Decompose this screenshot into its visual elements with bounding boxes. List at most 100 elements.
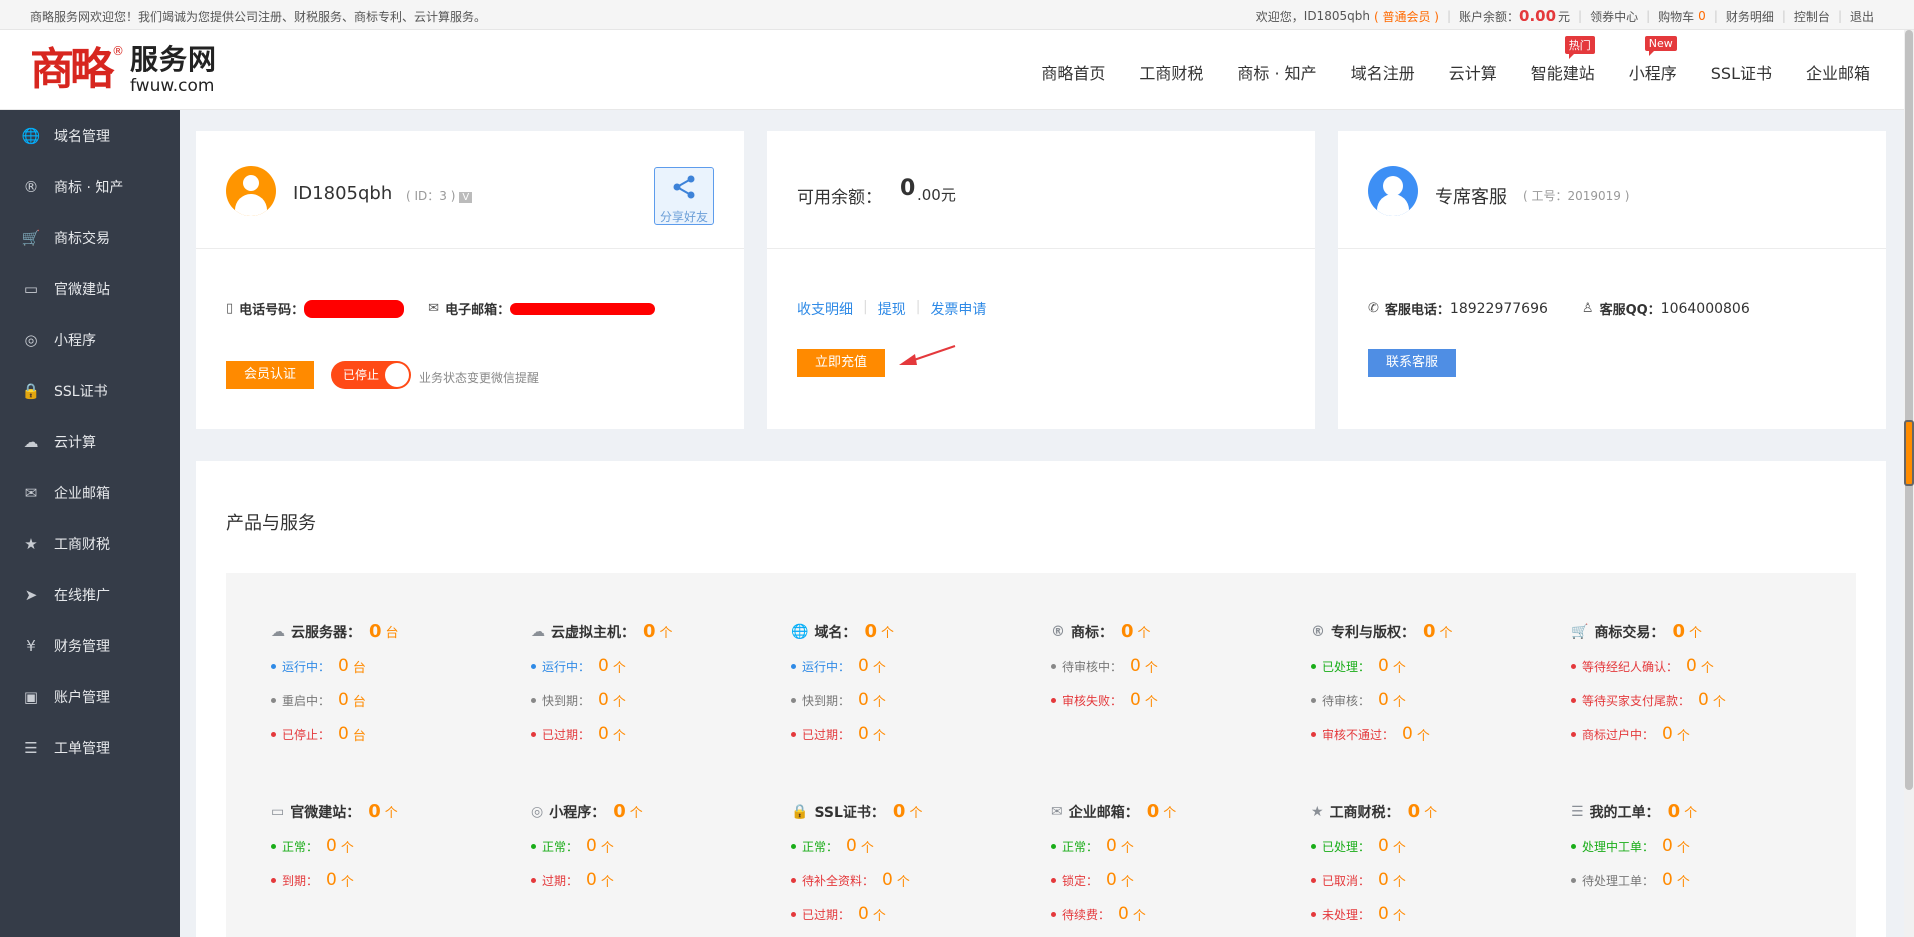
product-status-row[interactable]: 待续费： 0 个 — [1051, 904, 1311, 924]
contact-service-button[interactable]: 联系客服 — [1368, 349, 1456, 377]
sidebar-item-domain[interactable]: 🌐 域名管理 — [0, 110, 180, 161]
status-label: 已过期： — [802, 727, 851, 742]
product-status-row[interactable]: 商标过户中： 0 个 — [1571, 724, 1831, 744]
welcome-text: 商略服务网欢迎您！我们竭诚为您提供公司注册、财税服务、商标专利、云计算服务。 — [30, 10, 487, 24]
product-status-row[interactable]: 快到期： 0 个 — [531, 690, 791, 710]
nav-item-miniapp[interactable]: 小程序 New — [1629, 36, 1677, 84]
product-status-row[interactable]: 重启中： 0 台 — [271, 690, 531, 710]
product-card[interactable]: ® 商标： 0 个待审核中： 0 个审核失败： 0 个 — [1051, 621, 1311, 710]
nav-item-home[interactable]: 商略首页 — [1041, 60, 1105, 84]
product-status-row[interactable]: 正常： 0 个 — [791, 836, 1051, 856]
sidebar-item-trademark[interactable]: ® 商标 · 知产 — [0, 161, 180, 212]
mail-icon: ✉ — [428, 301, 440, 316]
coupon-center-link[interactable]: 领券中心 — [1590, 8, 1638, 25]
cart-link[interactable]: 购物车 — [1658, 8, 1694, 25]
product-status-row[interactable]: 运行中： 0 个 — [531, 656, 791, 676]
product-status-row[interactable]: 正常： 0 个 — [1051, 836, 1311, 856]
withdraw-link[interactable]: 提现 — [878, 299, 906, 319]
product-card[interactable]: ® 专利与版权： 0 个已处理： 0 个待审核： 0 个审核不通过： 0 个 — [1311, 621, 1571, 744]
top-username-link[interactable]: ID1805qbh — [1304, 9, 1370, 23]
sidebar-item-business-tax[interactable]: ★ 工商财税 — [0, 518, 180, 569]
product-status-row[interactable]: 已处理： 0 个 — [1311, 656, 1571, 676]
scrollbar-thumb[interactable] — [1905, 30, 1913, 790]
product-status-row[interactable]: 已取消： 0 个 — [1311, 870, 1571, 890]
status-count: 0 — [858, 656, 869, 676]
product-status-row[interactable]: 锁定： 0 个 — [1051, 870, 1311, 890]
product-status-row[interactable]: 待审核： 0 个 — [1311, 690, 1571, 710]
recharge-button[interactable]: 立即充值 — [797, 349, 885, 377]
product-card[interactable]: 🔒 SSL证书： 0 个正常： 0 个待补全资料： 0 个已过期： 0 个 — [791, 801, 1051, 924]
nav-item-domain[interactable]: 域名注册 — [1351, 60, 1415, 84]
status-label: 已处理： — [1322, 659, 1371, 674]
toggle-label: 已停止 — [343, 368, 380, 382]
sidebar-item-cloud[interactable]: ☁ 云计算 — [0, 416, 180, 467]
product-status-row[interactable]: 运行中： 0 台 — [271, 656, 531, 676]
product-card[interactable]: ★ 工商财税： 0 个已处理： 0 个已取消： 0 个未处理： 0 个 — [1311, 801, 1571, 924]
product-unit: 个 — [1424, 806, 1438, 821]
product-status-row[interactable]: 待处理工单： 0 个 — [1571, 870, 1831, 890]
product-status-row[interactable]: 审核失败： 0 个 — [1051, 690, 1311, 710]
finance-detail-link[interactable]: 财务明细 — [1726, 8, 1774, 25]
site-logo[interactable]: 商略 ® 服务网 fwuw.com — [30, 42, 230, 98]
service-qq-label: 客服QQ： — [1599, 303, 1661, 318]
product-status-row[interactable]: 待补全资料： 0 个 — [791, 870, 1051, 890]
product-status-row[interactable]: 已过期： 0 个 — [791, 724, 1051, 744]
product-unit: 个 — [659, 626, 673, 641]
product-card[interactable]: ▭ 官微建站： 0 个正常： 0 个到期： 0 个 — [271, 801, 531, 890]
main-nav: 商略首页 工商财税 商标 · 知产 域名注册 云计算 智能建站 热门 小程序 New… — [1007, 36, 1870, 84]
product-status-row[interactable]: 已过期： 0 个 — [531, 724, 791, 744]
product-status-row[interactable]: 未处理： 0 个 — [1311, 904, 1571, 924]
product-status-row[interactable]: 已处理： 0 个 — [1311, 836, 1571, 856]
sidebar-item-tickets[interactable]: ☰ 工单管理 — [0, 722, 180, 773]
nav-item-cloud[interactable]: 云计算 — [1449, 60, 1497, 84]
sidebar-item-account[interactable]: ▣ 账户管理 — [0, 671, 180, 722]
product-status-row[interactable]: 处理中工单： 0 个 — [1571, 836, 1831, 856]
service-contact-row: ✆ 客服电话： 18922977696 ♙ 客服QQ： 1064000806 — [1368, 299, 1750, 319]
product-status-row[interactable]: 到期： 0 个 — [271, 870, 531, 890]
status-count: 0 — [858, 724, 869, 744]
product-status-row[interactable]: 等待买家支付尾款： 0 个 — [1571, 690, 1831, 710]
share-button[interactable]: 分享好友 — [654, 167, 714, 225]
product-status-row[interactable]: 正常： 0 个 — [531, 836, 791, 856]
console-link[interactable]: 控制台 — [1794, 8, 1830, 25]
transaction-detail-link[interactable]: 收支明细 — [797, 299, 853, 319]
product-card[interactable]: ☰ 我的工单： 0 个处理中工单： 0 个待处理工单： 0 个 — [1571, 801, 1831, 890]
product-status-row[interactable]: 正常： 0 个 — [271, 836, 531, 856]
sidebar-item-ssl[interactable]: 🔒 SSL证书 — [0, 365, 180, 416]
product-name: 小程序： — [549, 804, 606, 821]
product-card[interactable]: ✉ 企业邮箱： 0 个正常： 0 个锁定： 0 个待续费： 0 个 — [1051, 801, 1311, 924]
nav-item-trademark[interactable]: 商标 · 知产 — [1237, 60, 1316, 84]
sidebar-item-miniapp[interactable]: ◎ 小程序 — [0, 314, 180, 365]
logout-link[interactable]: 退出 — [1850, 8, 1874, 25]
product-status-row[interactable]: 运行中： 0 个 — [791, 656, 1051, 676]
product-status-row[interactable]: 快到期： 0 个 — [791, 690, 1051, 710]
sidebar-item-promotion[interactable]: ➤ 在线推广 — [0, 569, 180, 620]
nav-item-email[interactable]: 企业邮箱 — [1806, 60, 1870, 84]
product-card-title: ® 专利与版权： 0 个 — [1311, 621, 1571, 642]
product-status-row[interactable]: 过期： 0 个 — [531, 870, 791, 890]
sidebar-item-email[interactable]: ✉ 企业邮箱 — [0, 467, 180, 518]
sidebar-item-site[interactable]: ▭ 官微建站 — [0, 263, 180, 314]
nav-item-business-tax[interactable]: 工商财税 — [1139, 60, 1203, 84]
status-count: 0 — [858, 904, 869, 924]
sidebar-item-trademark-trade[interactable]: 🛒 商标交易 — [0, 212, 180, 263]
invoice-link[interactable]: 发票申请 — [930, 299, 986, 319]
miniapp-icon: ◎ — [24, 330, 38, 349]
nav-item-ssl[interactable]: SSL证书 — [1711, 60, 1772, 84]
product-card[interactable]: ◎ 小程序： 0 个正常： 0 个过期： 0 个 — [531, 801, 791, 890]
member-level-link[interactable]: ( 普通会员 ) — [1374, 8, 1439, 25]
product-status-row[interactable]: 等待经纪人确认： 0 个 — [1571, 656, 1831, 676]
product-status-row[interactable]: 已停止： 0 台 — [271, 724, 531, 744]
product-name: 企业邮箱： — [1068, 804, 1139, 821]
product-status-row[interactable]: 审核不通过： 0 个 — [1311, 724, 1571, 744]
product-card[interactable]: ☁ 云服务器： 0 台运行中： 0 台重启中： 0 台已停止： 0 台 — [271, 621, 531, 744]
member-verify-button[interactable]: 会员认证 — [226, 361, 314, 389]
nav-item-site-builder[interactable]: 智能建站 热门 — [1531, 36, 1595, 84]
product-card[interactable]: 🛒 商标交易： 0 个等待经纪人确认： 0 个等待买家支付尾款： 0 个商标过户中： 0 个 — [1571, 621, 1831, 744]
product-status-row[interactable]: 已过期： 0 个 — [791, 904, 1051, 924]
wechat-notify-toggle[interactable]: 已停止 — [331, 361, 411, 389]
product-status-row[interactable]: 待审核中： 0 个 — [1051, 656, 1311, 676]
sidebar-item-finance[interactable]: ¥ 财务管理 — [0, 620, 180, 671]
product-card[interactable]: ☁ 云虚拟主机： 0 个运行中： 0 个快到期： 0 个已过期： 0 个 — [531, 621, 791, 744]
product-card[interactable]: 🌐 域名： 0 个运行中： 0 个快到期： 0 个已过期： 0 个 — [791, 621, 1051, 744]
